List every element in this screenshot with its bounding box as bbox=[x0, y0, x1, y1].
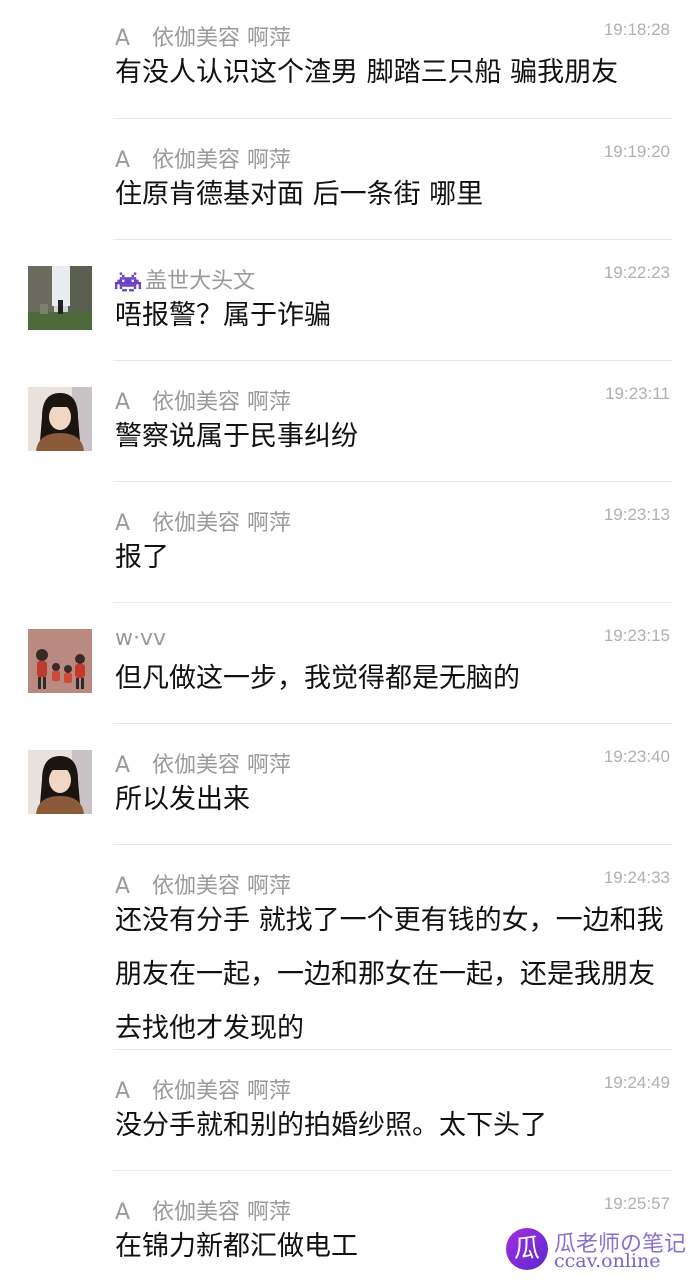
message-time: 19:23:11 bbox=[605, 384, 670, 403]
divider bbox=[113, 1170, 672, 1171]
message-time: 19:18:28 bbox=[603, 20, 670, 39]
divider bbox=[113, 1049, 672, 1050]
message-text: 唔报警？属于诈骗 bbox=[115, 300, 331, 331]
avatar[interactable] bbox=[28, 629, 92, 693]
message-text: 所以发出来 bbox=[115, 784, 250, 815]
chat-message: A 依伽美容 啊萍 19:19:20 住原肯德基对面 后一条街 哪里 bbox=[0, 142, 700, 240]
chat-message: A 依伽美容 啊萍 19:23:13 报了 bbox=[0, 505, 700, 603]
divider bbox=[113, 723, 672, 724]
message-text: 住原肯德基对面 后一条街 哪里 bbox=[115, 179, 484, 210]
message-text: 有没人认识这个渣男 脚踏三只船 骗我朋友 bbox=[115, 57, 619, 88]
message-time: 19:25:57 bbox=[603, 1194, 670, 1213]
message-time: 19:23:13 bbox=[603, 505, 670, 524]
family-cartoon-avatar bbox=[28, 629, 92, 693]
woman-portrait-avatar bbox=[28, 750, 92, 814]
divider bbox=[113, 118, 672, 119]
chat-message: 盖世大头文 19:22:23 唔报警？属于诈骗 bbox=[0, 263, 700, 361]
landscape-photo-avatar bbox=[28, 266, 92, 330]
avatar[interactable] bbox=[28, 750, 92, 814]
avatar[interactable] bbox=[28, 266, 92, 330]
message-text: 报了 bbox=[115, 542, 169, 573]
message-time: 19:22:23 bbox=[603, 263, 670, 282]
divider bbox=[113, 844, 672, 845]
watermark-logo: 瓜 bbox=[506, 1228, 548, 1270]
chat-message: A 依伽美容 啊萍 19:23:40 所以发出来 bbox=[0, 747, 700, 845]
chat-message: A 依伽美容 啊萍 19:24:33 还没有分手 就找了一个更有钱的女，一边和我… bbox=[0, 868, 700, 1050]
chat-message: w·vv 19:23:15 但凡做这一步，我觉得都是无脑的 bbox=[0, 626, 700, 724]
divider bbox=[113, 602, 672, 603]
woman-portrait-avatar bbox=[28, 387, 92, 451]
watermark: 瓜 瓜老师の笔记 ccav.online bbox=[506, 1226, 686, 1276]
message-time: 19:19:20 bbox=[603, 142, 670, 161]
chat-message: A 依伽美容 啊萍 19:18:28 有没人认识这个渣男 脚踏三只船 骗我朋友 bbox=[0, 20, 700, 118]
message-time: 19:24:33 bbox=[603, 868, 670, 887]
message-time: 19:24:49 bbox=[603, 1073, 670, 1092]
message-text: 警察说属于民事纠纷 bbox=[115, 421, 358, 452]
message-time: 19:23:15 bbox=[603, 626, 670, 645]
message-time: 19:23:40 bbox=[603, 747, 670, 766]
avatar[interactable] bbox=[28, 387, 92, 451]
watermark-url: ccav.online bbox=[554, 1250, 661, 1272]
message-text: 但凡做这一步，我觉得都是无脑的 bbox=[115, 663, 520, 694]
divider bbox=[113, 360, 672, 361]
divider bbox=[113, 239, 672, 240]
chat-message: A 依伽美容 啊萍 19:23:11 警察说属于民事纠纷 bbox=[0, 384, 700, 482]
sender-name[interactable]: w·vv bbox=[115, 626, 166, 651]
divider bbox=[113, 481, 672, 482]
message-text: 没分手就和别的拍婚纱照。太下头了 bbox=[115, 1110, 547, 1141]
message-text: 还没有分手 就找了一个更有钱的女，一边和我朋友在一起，一边和那女在一起，还是我朋… bbox=[115, 905, 664, 1044]
chat-message: A 依伽美容 啊萍 19:24:49 没分手就和别的拍婚纱照。太下头了 bbox=[0, 1073, 700, 1171]
